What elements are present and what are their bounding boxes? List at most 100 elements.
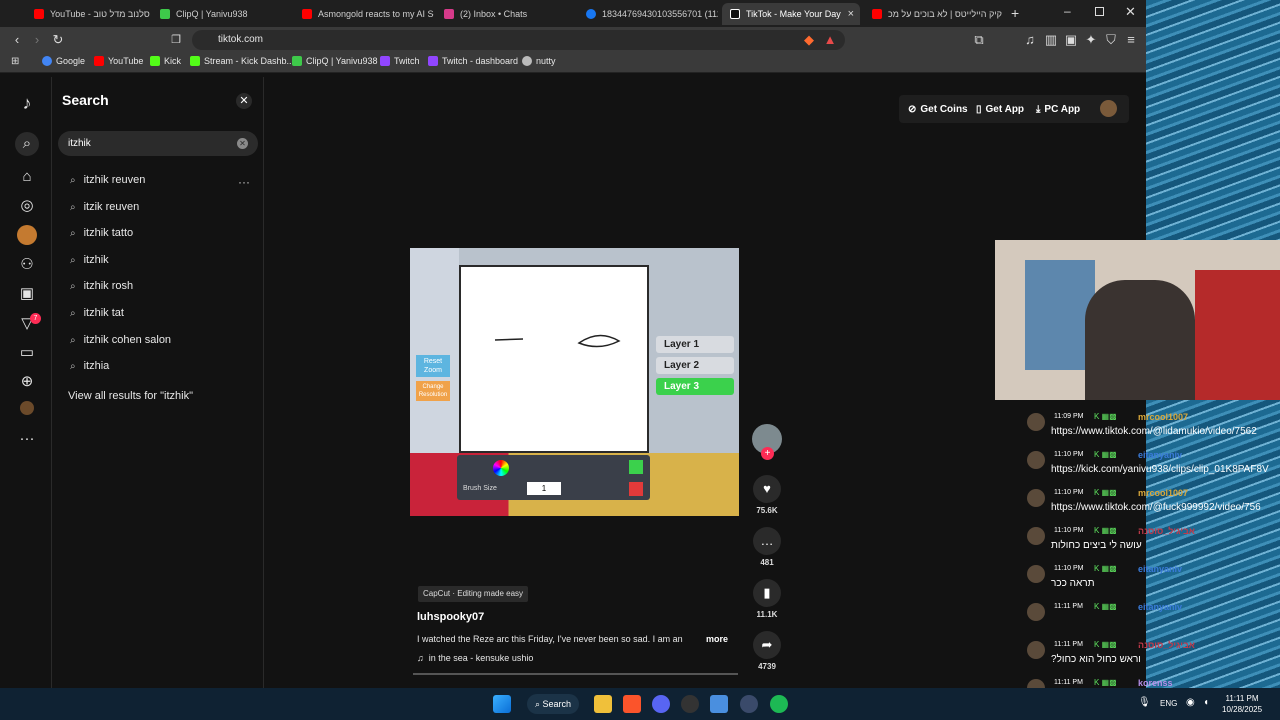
video-progress-bar[interactable] [413, 673, 738, 675]
brave-icon[interactable] [623, 695, 641, 713]
suggestion-item[interactable]: ⌕ itzhik tat [70, 302, 124, 324]
language-indicator[interactable]: ENG [1160, 699, 1177, 708]
suggestion-item[interactable]: ⌕ itzhik tatto [70, 222, 133, 244]
suggestion-item[interactable]: ⌕ itzhik cohen salon [70, 329, 171, 351]
bookmark-nutty[interactable]: nutty [522, 56, 556, 66]
wallet-icon[interactable]: ▣ [1062, 31, 1080, 49]
suggestion-item[interactable]: ⌕ itzhik rosh [70, 275, 133, 297]
bookmark-kick-dashboard[interactable]: Stream - Kick Dashb... [190, 56, 294, 66]
file-explorer-icon[interactable] [594, 695, 612, 713]
suggestion-item[interactable]: ⌕ itzhia [70, 355, 109, 377]
media-icon[interactable] [740, 695, 758, 713]
windows-start-icon[interactable] [493, 695, 511, 713]
reload-icon[interactable]: ↻ [49, 31, 67, 49]
tab-instagram[interactable]: (2) Inbox • Chats [436, 3, 576, 25]
close-tab-icon[interactable]: × [848, 8, 854, 20]
chat-username[interactable]: mrcool1007 [1138, 412, 1188, 422]
extensions-icon[interactable]: ⧉ [970, 31, 988, 49]
tab-youtube-1[interactable]: YouTube - גיא אסלנוב מדל טוב [26, 3, 150, 25]
tab-clipq[interactable]: ClipQ | Yanivu938 [152, 3, 292, 25]
friends-icon[interactable]: ⚇ [17, 255, 37, 275]
rewards-icon[interactable]: ▲ [821, 31, 839, 49]
following-avatar-icon[interactable] [17, 225, 37, 245]
bookmark-google[interactable]: Google [42, 56, 85, 66]
maximize-button[interactable] [1095, 7, 1104, 16]
coin-icon: ⊘ [908, 103, 917, 115]
video-player[interactable]: Reset Zoom Change Resolution Layer 1 Lay… [410, 248, 739, 516]
bookmark-kick[interactable]: Kick [150, 56, 181, 66]
save-button[interactable]: ▮ 11.1K [752, 579, 782, 619]
share-button[interactable]: ➦ 4739 [752, 631, 782, 671]
messages-icon[interactable]: ▭ [17, 343, 37, 363]
tab-tiktok[interactable]: TikTok - Make Your Day × [722, 3, 860, 25]
more-options-icon[interactable]: ··· [238, 175, 250, 189]
live-icon[interactable]: ▣ [17, 284, 37, 304]
search-icon[interactable]: ⌕ [15, 132, 39, 156]
music-icon[interactable]: ♫ [1021, 31, 1039, 49]
music-info[interactable]: ♫ in the sea - kensuke ushio [417, 653, 533, 663]
vpn-icon[interactable]: ⛉ [1102, 31, 1120, 49]
profile-avatar-icon[interactable] [20, 401, 34, 415]
minimize-button[interactable]: – [1064, 4, 1071, 18]
explore-icon[interactable]: ◎ [17, 196, 37, 216]
capcut-tag[interactable]: CapCut · Editing made easy [418, 586, 529, 602]
follow-plus-icon[interactable]: + [761, 447, 774, 460]
comment-button[interactable]: … 481 [752, 527, 782, 567]
chat-username[interactable]: אביגיל_סוסנה [1138, 640, 1195, 650]
chat-username[interactable]: eitanyaniv [1138, 602, 1182, 612]
discord-icon[interactable] [652, 695, 670, 713]
close-icon[interactable]: ✕ [236, 93, 252, 109]
suggestion-item[interactable]: ⌕ itzik reuven [70, 196, 139, 218]
new-tab-button[interactable]: + [1011, 5, 1019, 21]
tab-label: Asmongold reacts to my AI So [318, 9, 434, 19]
system-clock[interactable]: 11:11 PM 10/28/2025 [1222, 693, 1262, 715]
chatter-avatar [1027, 489, 1045, 507]
url-field[interactable]: tiktok.com [192, 30, 845, 50]
suggestion-item[interactable]: ⌕ itzhik reuven [70, 169, 145, 191]
ai-icon[interactable]: ✦ [1082, 31, 1100, 49]
get-coins-button[interactable]: ⊘ Get Coins [908, 99, 968, 119]
chat-username[interactable]: korenss [1138, 678, 1173, 688]
chat-username[interactable]: eitanyaniv [1138, 450, 1182, 460]
chat-username[interactable]: eitanyaniv [1138, 564, 1182, 574]
tray-icons[interactable]: 🎙 [1138, 697, 1151, 708]
home-icon[interactable]: ⌂ [17, 167, 37, 187]
close-window-button[interactable]: ✕ [1125, 4, 1136, 20]
bookmark-icon[interactable]: ❐ [167, 31, 185, 49]
spotify-icon[interactable] [770, 695, 788, 713]
tiktok-logo-icon[interactable]: ♪ [17, 93, 37, 113]
chat-username[interactable]: אביגיל_סוסנה [1138, 526, 1195, 536]
bookmark-youtube[interactable]: YouTube [94, 56, 143, 66]
suggestion-item[interactable]: ⌕ itzhik [70, 249, 109, 271]
apps-grid-icon[interactable]: ⊞ [11, 56, 19, 67]
back-icon[interactable]: ‹ [8, 31, 26, 49]
get-app-button[interactable]: ▯ Get App [976, 99, 1024, 119]
volume-icon[interactable]: ◖ [1203, 697, 1209, 708]
chat-username[interactable]: mrcool1007 [1138, 488, 1188, 498]
network-icon[interactable]: ◉ [1186, 697, 1195, 708]
obs-icon[interactable] [681, 695, 699, 713]
menu-icon[interactable]: ≡ [1122, 31, 1140, 49]
brave-shield-icon[interactable]: ◆ [800, 31, 818, 49]
bookmark-clipq[interactable]: ClipQ | Yanivu938 [292, 56, 378, 66]
tab-youtube-3[interactable]: קיק היילייטס | לא בוכים על מכ [864, 3, 1004, 25]
more-icon[interactable]: ··· [17, 429, 37, 449]
pc-app-button[interactable]: ⤓ PC App [1036, 99, 1080, 119]
app-icon[interactable] [710, 695, 728, 713]
like-button[interactable]: ♥ 75.6K [752, 475, 782, 515]
tab-label: 1834476943010355670​1 (112~ [602, 9, 718, 19]
bookmark-twitch-dashboard[interactable]: Twitch - dashboard [428, 56, 518, 66]
upload-icon[interactable]: ⊕ [17, 372, 37, 392]
sidebar-icon[interactable]: ▥ [1042, 31, 1060, 49]
search-input[interactable] [68, 131, 228, 156]
bookmark-twitch[interactable]: Twitch [380, 56, 420, 66]
forward-icon[interactable]: › [28, 31, 46, 49]
author-name[interactable]: luhspooky07 [417, 611, 484, 623]
view-all-results-link[interactable]: View all results for "itzhik" [68, 390, 193, 402]
taskbar-search[interactable]: ⌕ Search [527, 694, 579, 714]
tab-facebook[interactable]: 1834476943010355670​1 (112~ [578, 3, 718, 25]
clear-search-icon[interactable]: ✕ [237, 138, 248, 149]
tab-youtube-2[interactable]: Asmongold reacts to my AI So [294, 3, 434, 25]
user-avatar[interactable] [1100, 100, 1117, 117]
more-link[interactable]: more [706, 634, 728, 644]
